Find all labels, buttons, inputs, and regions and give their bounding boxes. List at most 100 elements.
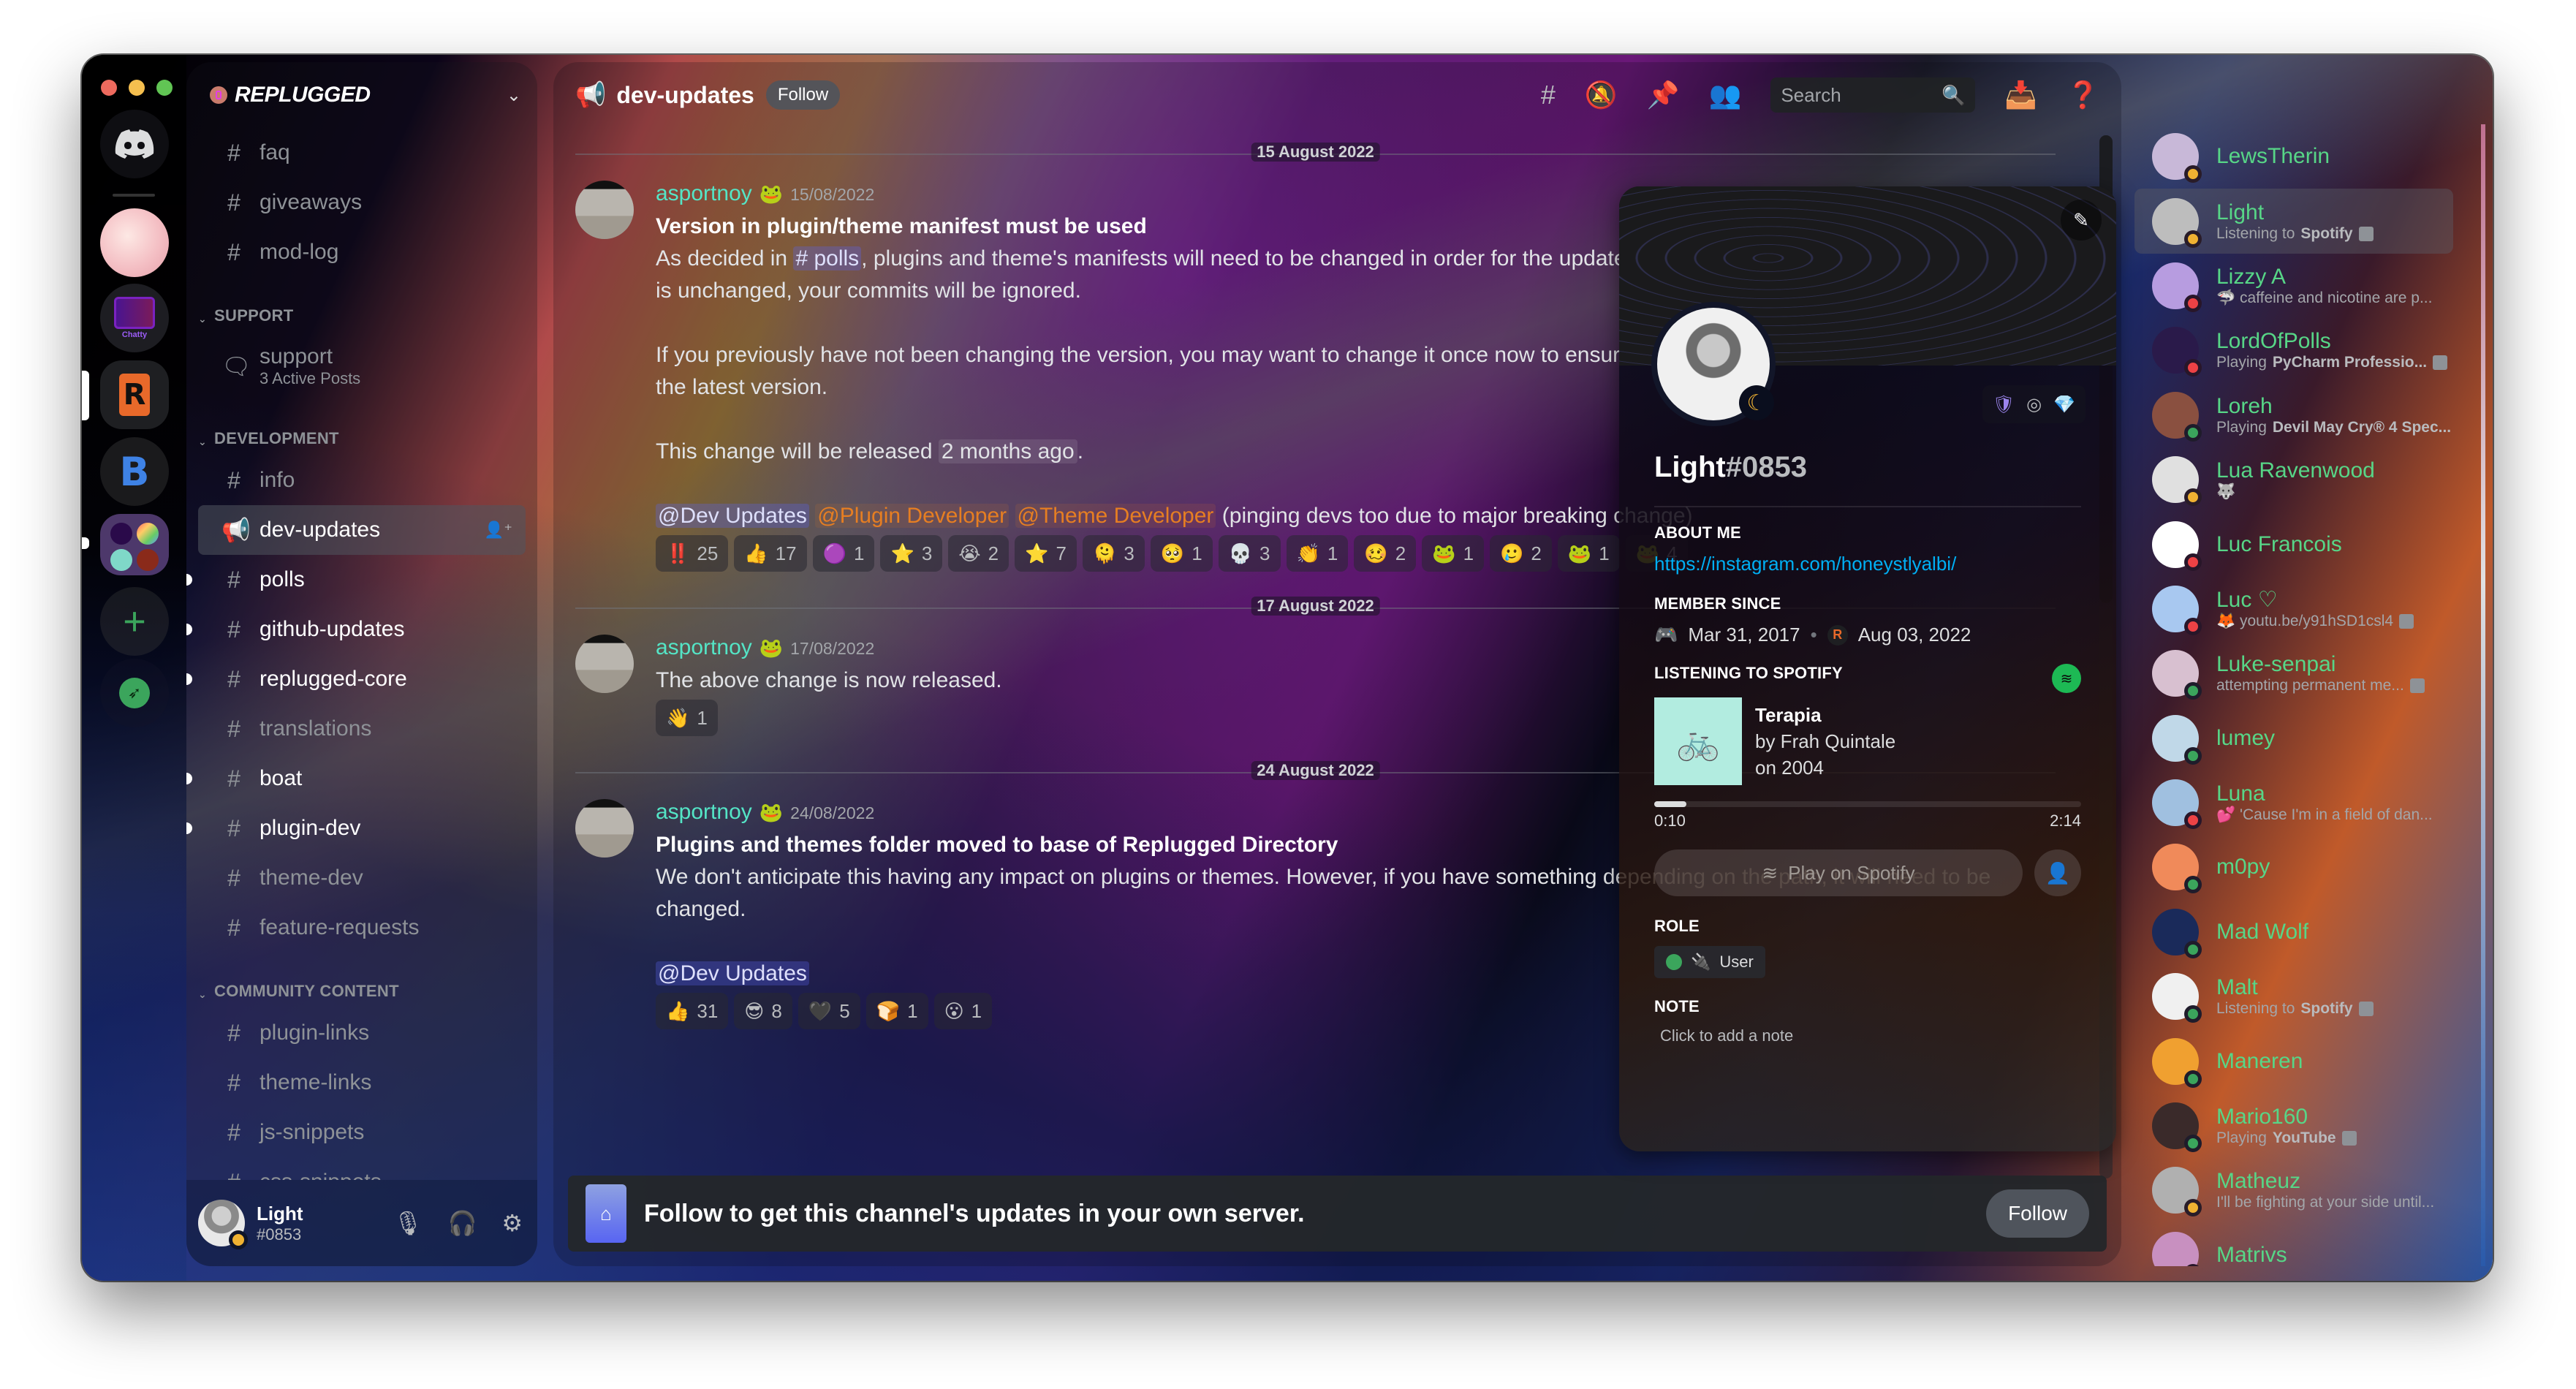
reaction[interactable]: 🍞 1 (865, 993, 928, 1029)
author-avatar[interactable] (575, 181, 634, 239)
song-album[interactable]: on 2004 (1755, 754, 1895, 781)
member-item[interactable]: Matrivs (2134, 1223, 2453, 1266)
member-item[interactable]: Maneren (2134, 1029, 2453, 1093)
category-development[interactable]: ⌄ DEVELOPMENT (186, 415, 537, 455)
reaction[interactable]: 🟣 1 (812, 535, 875, 572)
role-pill[interactable]: 🔌 User (1654, 946, 1765, 978)
channel-github-updates[interactable]: # github-updates (186, 605, 526, 654)
mute-bell-icon[interactable]: 🔕 (1585, 80, 1618, 110)
author-name[interactable]: asportnoy (656, 632, 752, 664)
about-me-link[interactable]: https://instagram.com/honeystlyalbi/ (1654, 553, 2081, 575)
category-support[interactable]: ⌄ SUPPORT (186, 292, 537, 333)
member-item[interactable]: lumey (2134, 706, 2453, 771)
author-name[interactable]: asportnoy (656, 796, 752, 828)
member-item[interactable]: Luna 💕 'Cause I'm in a field of dan... (2134, 771, 2453, 835)
channel-replugged-core[interactable]: # replugged-core (186, 654, 526, 704)
reaction[interactable]: ‼️ 25 (656, 535, 729, 572)
role-mention-plugin-developer[interactable]: @Plugin Developer (815, 504, 1009, 528)
reaction[interactable]: 🐸 1 (1557, 535, 1620, 572)
create-invite-icon[interactable]: 👤⁺ (484, 521, 512, 540)
reaction[interactable]: 🫠 3 (1082, 535, 1145, 572)
channel-js-snippets[interactable]: # js-snippets (198, 1108, 526, 1157)
role-mention-theme-developer[interactable]: @Theme Developer (1015, 504, 1216, 528)
reaction[interactable]: 😎 8 (734, 993, 792, 1029)
channel-mod-log[interactable]: # mod-log (198, 227, 526, 277)
reaction[interactable]: 👋 1 (656, 700, 718, 736)
member-item[interactable]: Mad Wolf (2134, 900, 2453, 964)
reaction[interactable]: 🥺 1 (1150, 535, 1213, 572)
channel-dev-updates[interactable]: 📢 dev-updates 👤⁺ (198, 505, 526, 555)
home-button[interactable] (100, 110, 169, 178)
member-item[interactable]: Lizzy A 🦈 caffeine and nicotine are p... (2134, 254, 2453, 318)
role-mention-dev-updates[interactable]: @Dev Updates (656, 961, 809, 985)
channel-support[interactable]: 🗨 support 3 Active Posts (198, 333, 526, 400)
nitro-gem-badge-icon[interactable]: 💎 (2053, 394, 2075, 415)
headphones-icon[interactable]: 🎧 (447, 1209, 477, 1237)
reaction[interactable]: 😭 2 (948, 535, 1009, 572)
inbox-icon[interactable]: 📥 (2004, 80, 2037, 110)
author-avatar[interactable] (575, 635, 634, 693)
reaction[interactable]: 🖤 5 (798, 993, 860, 1029)
member-item[interactable]: Malt Listening to Spotify (2134, 964, 2453, 1029)
channel-css-snippets[interactable]: #css-snippets (198, 1157, 526, 1181)
channel-plugin-dev[interactable]: # plugin-dev (186, 803, 526, 853)
member-item[interactable]: Luc ♡ 🦊 youtu.be/y91hSD1csl4 (2134, 577, 2453, 641)
close-window-button[interactable] (101, 80, 117, 96)
member-item[interactable]: Matheuz I'll be fighting at your side unt… (2134, 1158, 2453, 1222)
threads-icon[interactable]: # (1541, 80, 1556, 110)
add-server-button[interactable]: + (100, 587, 169, 656)
reaction[interactable]: 😮 1 (933, 993, 993, 1029)
server-icon-betterdiscord[interactable]: B (100, 437, 169, 506)
help-icon[interactable]: ❓ (2067, 80, 2099, 110)
role-mention-dev-updates[interactable]: @Dev Updates (656, 504, 809, 528)
member-list-scrollbar[interactable] (2481, 124, 2485, 1266)
category-community-content[interactable]: ⌄ COMMUNITY CONTENT (186, 967, 537, 1008)
follow-channel-button[interactable]: Follow (765, 80, 841, 110)
channel-theme-links[interactable]: # theme-links (198, 1058, 526, 1108)
pin-icon[interactable]: 📌 (1647, 80, 1680, 110)
profile-avatar[interactable]: ☾ (1651, 302, 1776, 426)
member-item[interactable]: LewsTherin (2134, 124, 2453, 189)
author-name[interactable]: asportnoy (656, 178, 752, 210)
spotify-icon[interactable]: ≋ (2052, 664, 2081, 693)
song-title[interactable]: Terapia (1755, 702, 1895, 728)
channel-feature-requests[interactable]: # feature-requests (198, 903, 526, 953)
member-item[interactable]: m0py (2134, 835, 2453, 899)
channel-polls[interactable]: # polls (186, 555, 526, 605)
member-list-icon[interactable]: 👥 (1709, 80, 1742, 110)
author-avatar[interactable] (575, 799, 634, 858)
channel-theme-dev[interactable]: # theme-dev (198, 853, 526, 903)
server-icon-replugged[interactable]: R (100, 360, 169, 429)
nitro-boost-badge-icon[interactable]: ◎ (2026, 394, 2042, 415)
reaction[interactable]: 🥲 2 (1490, 535, 1552, 572)
channel-plugin-links[interactable]: # plugin-links (198, 1008, 526, 1058)
server-folder[interactable] (100, 514, 169, 575)
reaction[interactable]: 🐸 1 (1422, 535, 1485, 572)
song-artist[interactable]: by Frah Quintale (1755, 728, 1895, 754)
member-item[interactable]: Loreh Playing Devil May Cry® 4 Spec... (2134, 383, 2453, 447)
search-input[interactable]: Search 🔍 (1770, 77, 1976, 113)
pencil-icon[interactable]: ✎ (2061, 200, 2102, 241)
zoom-window-button[interactable] (156, 80, 173, 96)
channel-boat[interactable]: # boat (186, 754, 526, 803)
follow-button[interactable]: Follow (1986, 1189, 2089, 1238)
channel-faq[interactable]: # faq (198, 128, 526, 178)
album-cover[interactable]: 🚲 (1654, 697, 1742, 785)
microphone-icon[interactable]: 🎙 (393, 1209, 423, 1237)
gear-icon[interactable]: ⚙ (501, 1209, 523, 1237)
channel-mention[interactable]: # polls (793, 246, 862, 270)
channel-giveaways[interactable]: # giveaways (198, 178, 526, 227)
guild-header[interactable]: REPLUGGED ⌄ (186, 62, 537, 128)
reaction[interactable]: 🥴 2 (1354, 535, 1417, 572)
channel-translations[interactable]: # translations (198, 704, 526, 754)
note-input[interactable]: Click to add a note (1654, 1026, 2081, 1045)
reaction[interactable]: 👏 1 (1286, 535, 1349, 572)
user-avatar[interactable] (198, 1200, 248, 1249)
member-item[interactable]: LordOfPolls Playing PyCharm Professio... (2134, 318, 2453, 382)
play-on-spotify-button[interactable]: ≋ Play on Spotify (1654, 849, 2023, 896)
channel-info[interactable]: # info (198, 455, 526, 505)
reaction[interactable]: 👍 17 (734, 535, 807, 572)
member-item[interactable]: Luc Francois (2134, 512, 2453, 576)
minimize-window-button[interactable] (129, 80, 145, 96)
server-icon-anime[interactable] (100, 208, 169, 277)
